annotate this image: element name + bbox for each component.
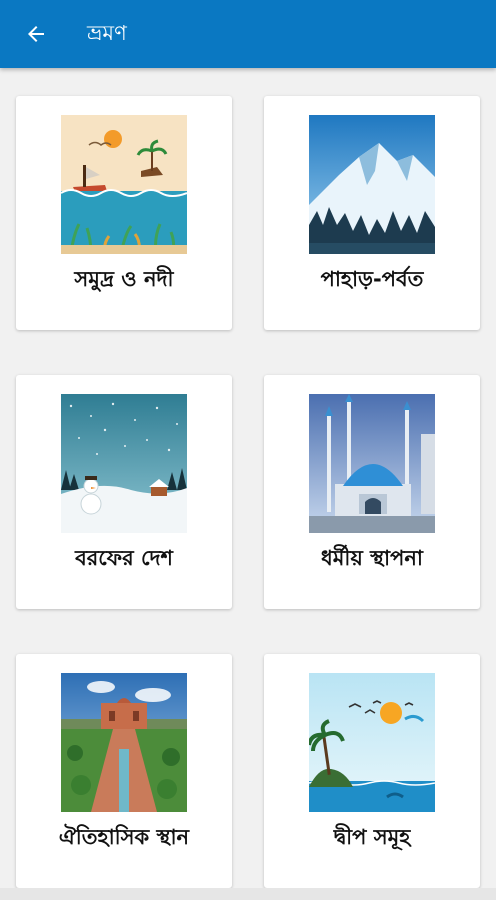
sea-river-image (61, 115, 187, 254)
bottom-divider (0, 888, 496, 900)
religious-building-image (309, 394, 435, 533)
app-bar: ভ্রমণ (0, 0, 496, 68)
historical-place-image (61, 673, 187, 812)
category-card-mountain[interactable]: পাহাড়-পর্বত (264, 96, 480, 330)
category-label: ধর্মীয় স্থাপনা (321, 546, 423, 570)
category-label: বরফের দেশ (75, 546, 173, 570)
category-label: সমুদ্র ও নদী (74, 267, 174, 291)
snow-country-image (61, 394, 187, 533)
category-label: দ্বীপ সমূহ (333, 825, 411, 849)
arrow-left-icon (28, 26, 44, 42)
category-card-sea-river[interactable]: সমুদ্র ও নদী (16, 96, 232, 330)
category-label: ঐতিহাসিক স্থান (58, 825, 190, 849)
category-card-historical-place[interactable]: ঐতিহাসিক স্থান (16, 654, 232, 888)
back-button[interactable] (21, 19, 51, 49)
category-card-snow-country[interactable]: বরফের দেশ (16, 375, 232, 609)
category-label: পাহাড়-পর্বত (320, 267, 424, 291)
page-title: ভ্রমণ (87, 20, 127, 45)
island-image (309, 673, 435, 812)
category-card-religious-building[interactable]: ধর্মীয় স্থাপনা (264, 375, 480, 609)
category-card-islands[interactable]: দ্বীপ সমূহ (264, 654, 480, 888)
mountain-image (309, 115, 435, 254)
